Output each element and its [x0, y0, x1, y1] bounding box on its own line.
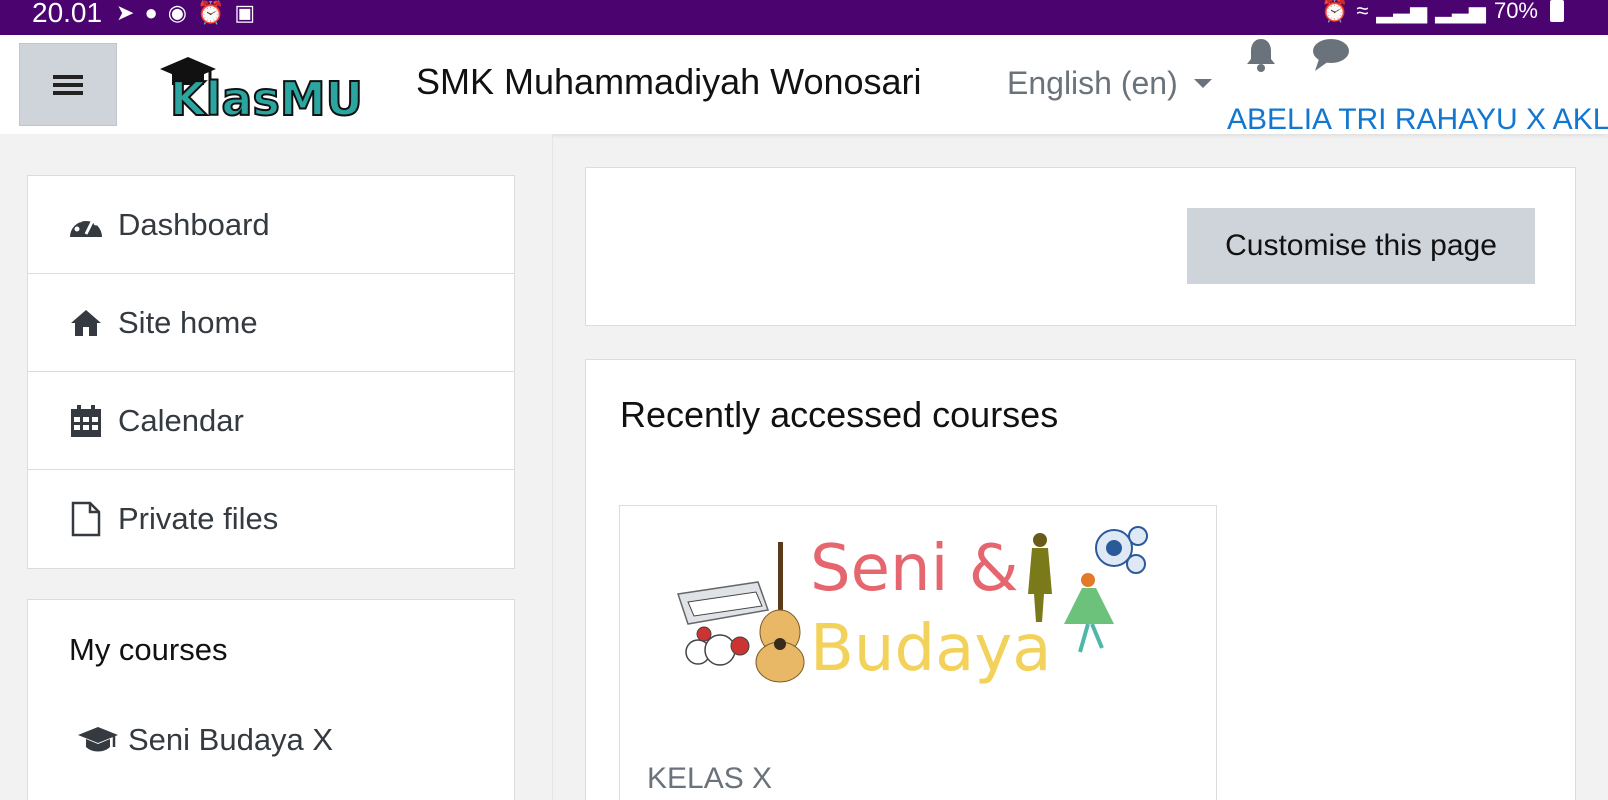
android-status-bar: 20.01 ➤ ● ◉ ⏰ ▣ ⏰ ≈ ▂▃▅ ▂▃▅ 70%	[0, 0, 1608, 35]
signal-icon: ▂▃▅	[1435, 0, 1486, 23]
nav-item-label: Calendar	[118, 402, 244, 438]
image-icon: ▣	[234, 0, 256, 25]
nav-drawer-toggle-button[interactable]	[19, 43, 117, 126]
nav-item-dashboard[interactable]: Dashboard	[28, 176, 514, 274]
nav-item-label: Dashboard	[118, 206, 270, 242]
course-image[interactable]: Seni & Budaya	[668, 524, 1148, 686]
singer-silhouette	[1028, 533, 1052, 622]
system-icons: ⏰ ≈ ▂▃▅ ▂▃▅ 70%	[1321, 0, 1564, 22]
chevron-down-icon	[1193, 79, 1212, 88]
file-icon	[68, 501, 104, 537]
course-card[interactable]: Seni & Budaya KELAS X	[619, 505, 1217, 800]
my-course-item[interactable]: Seni Budaya X	[76, 722, 333, 758]
my-course-label: Seni Budaya X	[128, 722, 334, 757]
telegram-icon: ➤	[116, 0, 135, 25]
customise-page-button[interactable]: Customise this page	[1187, 208, 1535, 284]
top-navbar: KlasMU SMK Muhammadiyah Wonosari English…	[0, 35, 1608, 137]
site-logo[interactable]: KlasMU	[158, 47, 406, 123]
drums-illustration	[685, 626, 750, 666]
course-category: KELAS X	[647, 762, 773, 795]
logo-text: KlasMU	[170, 72, 363, 123]
my-courses-block: My courses Seni Budaya X	[27, 599, 515, 800]
battery-percent: 70%	[1493, 0, 1538, 23]
keyboard-illustration	[677, 581, 770, 625]
nav-item-calendar[interactable]: Calendar	[28, 372, 514, 470]
battery-icon	[1550, 0, 1564, 22]
home-icon	[68, 305, 104, 341]
language-label: English (en)	[1007, 65, 1178, 101]
recent-courses-title: Recently accessed courses	[620, 394, 1059, 435]
course-image-title-line1: Seni &	[810, 532, 1019, 606]
alarm-icon: ⏰	[1320, 0, 1349, 23]
user-menu-name[interactable]: ABELIA TRI RAHAYU X AKL	[1227, 103, 1608, 137]
course-image-title-line2: Budaya	[810, 612, 1051, 686]
language-selector[interactable]: English (en)	[1007, 65, 1212, 102]
graduation-cap-icon	[78, 727, 118, 752]
nav-item-site-home[interactable]: Site home	[28, 274, 514, 372]
search-bubble-icon: ◉	[167, 0, 187, 25]
nav-item-private-files[interactable]: Private files	[28, 470, 514, 568]
my-courses-title[interactable]: My courses	[69, 632, 227, 668]
recent-courses-block: Recently accessed courses Seni & Budaya …	[585, 359, 1576, 800]
dancer-silhouette	[1064, 573, 1114, 653]
calendar-icon	[68, 403, 104, 439]
page-actions-card: Customise this page	[585, 167, 1576, 326]
bell-icon[interactable]	[1243, 37, 1279, 73]
hamburger-icon	[53, 71, 83, 99]
guitar-illustration	[755, 542, 805, 683]
chat-icon[interactable]	[1311, 37, 1351, 73]
chat-bubble-icon: ●	[144, 0, 158, 25]
notification-icons: ➤ ● ◉ ⏰ ▣	[116, 2, 255, 24]
site-name[interactable]: SMK Muhammadiyah Wonosari	[416, 61, 922, 103]
speaker-illustration	[1095, 526, 1148, 574]
nav-item-label: Site home	[118, 304, 258, 340]
primary-navigation: Dashboard Site home Calendar Private fil…	[27, 175, 515, 569]
dashboard-icon	[68, 207, 104, 243]
alarm-icon: ⏰	[196, 0, 225, 25]
signal-icon: ▂▃▅	[1376, 0, 1428, 23]
nav-item-label: Private files	[118, 501, 279, 536]
wifi-icon: ≈	[1356, 0, 1369, 23]
status-time: 20.01	[32, 0, 103, 28]
